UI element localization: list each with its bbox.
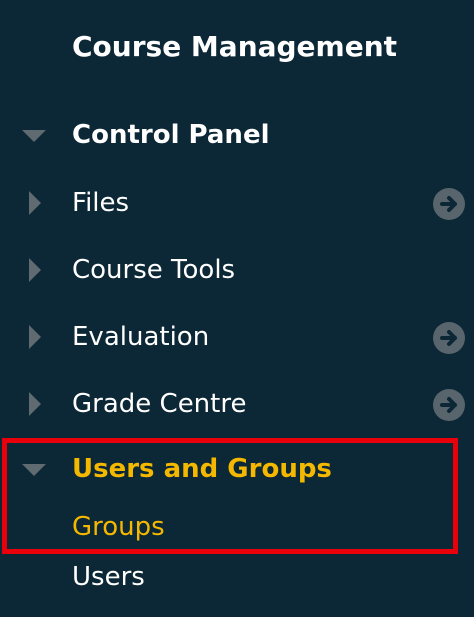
control-panel-header[interactable]: Control Panel: [0, 112, 474, 160]
menu-item-course-tools[interactable]: Course Tools: [0, 247, 474, 295]
menu-item-label: Files: [72, 188, 130, 218]
triangle-right-icon: [29, 191, 41, 215]
triangle-down-icon: [22, 130, 46, 142]
triangle-right-icon: [29, 325, 41, 349]
triangle-right-icon: [29, 258, 41, 282]
arrow-circle-right-icon[interactable]: [433, 389, 465, 421]
submenu-item-users[interactable]: Users: [72, 562, 145, 592]
menu-item-label: Evaluation: [72, 322, 210, 352]
arrow-circle-right-icon[interactable]: [433, 188, 465, 220]
control-panel-label: Control Panel: [72, 120, 270, 150]
menu-item-files[interactable]: Files: [0, 180, 474, 228]
course-management-title: Course Management: [72, 30, 398, 63]
menu-item-label: Course Tools: [72, 255, 236, 285]
menu-item-grade-centre[interactable]: Grade Centre: [0, 381, 474, 429]
highlight-box: [2, 438, 458, 554]
menu-item-label: Grade Centre: [72, 389, 247, 419]
arrow-circle-right-icon[interactable]: [433, 322, 465, 354]
course-management-panel: Course Management Control Panel Files Co…: [0, 0, 474, 617]
menu-item-evaluation[interactable]: Evaluation: [0, 314, 474, 362]
triangle-right-icon: [29, 392, 41, 416]
